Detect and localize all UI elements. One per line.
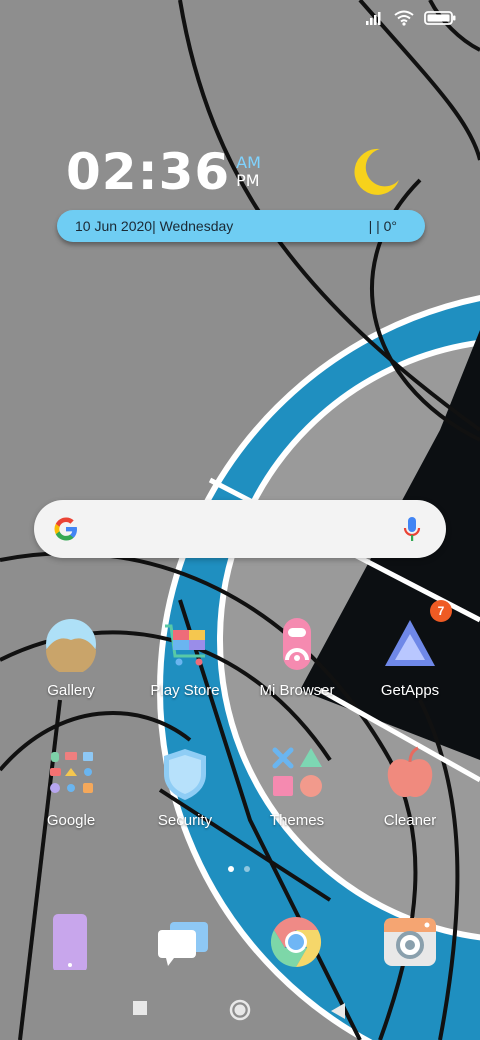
signal-icon xyxy=(366,12,381,25)
google-logo-icon xyxy=(54,517,77,541)
app-cleaner[interactable]: Cleaner xyxy=(355,746,465,829)
play-store-icon xyxy=(157,616,213,672)
app-label: Google xyxy=(46,812,96,829)
wifi-icon xyxy=(394,10,414,26)
am-pm: AM PM xyxy=(236,154,261,190)
recents-icon[interactable] xyxy=(132,1000,148,1016)
app-gallery[interactable]: Gallery xyxy=(16,616,126,699)
cleaner-icon xyxy=(382,746,438,802)
google-search-bar[interactable] xyxy=(34,500,446,558)
chrome-icon[interactable] xyxy=(268,914,324,970)
page-dot[interactable] xyxy=(244,866,250,872)
app-themes[interactable]: Themes xyxy=(242,746,352,829)
page-indicator[interactable] xyxy=(228,866,250,872)
camera-icon[interactable] xyxy=(382,914,438,970)
mic-icon[interactable] xyxy=(402,515,422,543)
app-play-store[interactable]: Play Store xyxy=(130,616,240,699)
app-label: Mi Browser xyxy=(259,682,335,699)
app-getapps[interactable]: 7 GetApps xyxy=(355,600,465,699)
phone-icon[interactable] xyxy=(43,914,99,972)
google-folder-icon xyxy=(43,746,99,802)
app-label: GetApps xyxy=(380,682,440,699)
themes-icon xyxy=(269,746,325,802)
clock-time: 02:36 xyxy=(66,143,231,201)
messages-icon[interactable] xyxy=(156,914,212,970)
status-bar xyxy=(366,10,456,26)
app-label: Themes xyxy=(269,812,325,829)
app-label: Play Store xyxy=(150,682,220,699)
app-label: Gallery xyxy=(47,682,95,699)
temperature-text: | | 0° xyxy=(368,218,397,234)
back-icon[interactable] xyxy=(330,1002,346,1020)
am-label: AM xyxy=(236,153,261,172)
gallery-icon xyxy=(43,616,99,675)
app-security[interactable]: Security xyxy=(130,746,240,829)
security-icon xyxy=(157,746,213,802)
battery-icon xyxy=(424,11,456,25)
clock-widget[interactable]: 02:36 AM PM xyxy=(66,142,261,202)
getapps-icon: 7 xyxy=(382,600,452,672)
date-text: 10 Jun 2020| Wednesday xyxy=(75,218,234,234)
notification-badge: 7 xyxy=(430,600,452,622)
pm-label: PM xyxy=(236,171,260,190)
date-weather-bar[interactable]: 10 Jun 2020| Wednesday | | 0° xyxy=(57,210,425,242)
app-google-folder[interactable]: Google xyxy=(16,746,126,829)
page-dot-active[interactable] xyxy=(228,866,234,872)
app-mi-browser[interactable]: Mi Browser xyxy=(242,616,352,699)
app-label: Security xyxy=(157,812,213,829)
mi-browser-icon xyxy=(269,616,325,672)
app-label: Cleaner xyxy=(383,812,437,829)
moon-icon xyxy=(354,148,399,195)
home-icon[interactable] xyxy=(229,999,251,1021)
